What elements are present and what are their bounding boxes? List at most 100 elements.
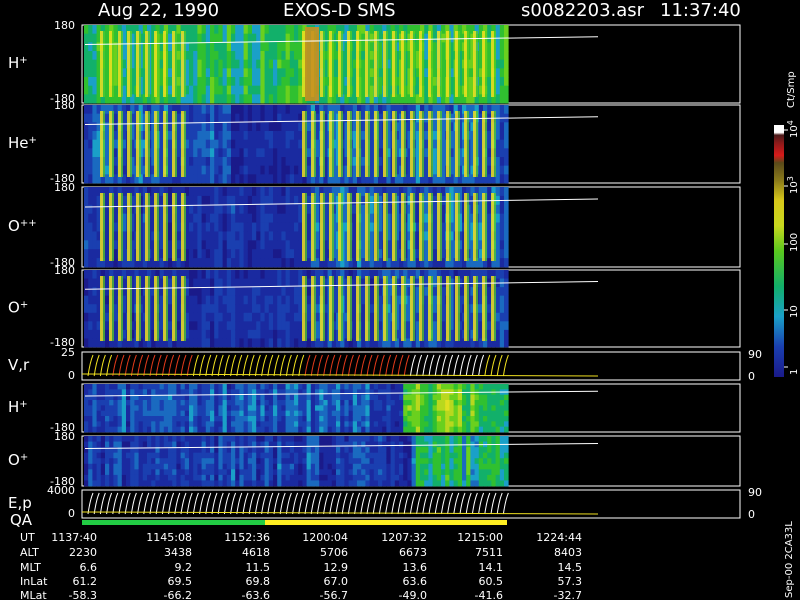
- heat-cell: [214, 174, 219, 184]
- heat-cell: [142, 426, 148, 433]
- heat-cell: [256, 42, 261, 52]
- heat-cell: [277, 105, 282, 115]
- heat-cell: [130, 410, 135, 417]
- heat-cell: [478, 416, 484, 422]
- heat-cell: [306, 204, 312, 215]
- heat-cell: [281, 410, 286, 417]
- heat-cell: [495, 312, 501, 322]
- heat-cell: [218, 222, 223, 232]
- heat-cell: [504, 204, 509, 215]
- heat-cell: [432, 51, 438, 61]
- heat-cell: [88, 384, 93, 390]
- heat-cell: [243, 278, 249, 288]
- heat-cell: [205, 113, 211, 123]
- heat-cell: [239, 405, 244, 412]
- heat-cell: [428, 421, 433, 428]
- burst-stripe: [440, 276, 442, 341]
- heat-cell: [84, 321, 89, 331]
- heat-cell: [105, 270, 110, 279]
- heat-cell: [113, 113, 118, 123]
- heat-cell: [113, 452, 118, 459]
- heat-cell: [226, 278, 232, 288]
- burst-stripe: [383, 31, 386, 97]
- heat-cell: [462, 416, 467, 422]
- burst-stripe: [127, 111, 130, 177]
- heat-cell: [499, 85, 505, 95]
- heat-cell: [495, 25, 501, 35]
- heat-cell: [382, 426, 387, 433]
- heat-cell: [222, 295, 228, 305]
- heat-cell: [294, 240, 299, 250]
- heat-cell: [294, 148, 299, 158]
- heat-cell: [260, 312, 265, 322]
- heat-cell: [298, 394, 303, 401]
- heat-cell: [357, 421, 362, 428]
- heat-cell: [331, 389, 337, 396]
- heat-cell: [487, 410, 492, 417]
- heat-cell: [205, 410, 211, 417]
- heat-cell: [113, 295, 118, 305]
- burst-stripe: [410, 276, 413, 341]
- heat-cell: [243, 384, 249, 390]
- heat-cell: [260, 410, 265, 417]
- heat-cell: [189, 51, 194, 61]
- heat-cell: [214, 122, 219, 132]
- burst-stripe: [145, 276, 148, 341]
- burst-stripe: [392, 193, 395, 261]
- heat-cell: [222, 165, 228, 175]
- heat-cell: [239, 33, 244, 43]
- burst-stripe: [139, 31, 141, 97]
- heat-cell: [273, 384, 278, 390]
- heat-cell: [268, 231, 274, 241]
- heat-cell: [260, 287, 265, 297]
- heat-cell: [273, 400, 278, 406]
- heat-cell: [399, 400, 404, 406]
- heat-cell: [197, 222, 202, 232]
- heat-cell: [235, 113, 240, 123]
- heat-cell: [260, 25, 265, 35]
- heat-cell: [369, 105, 375, 115]
- heat-cell: [96, 474, 102, 481]
- heat-cell: [176, 204, 181, 215]
- heat-cell: [327, 394, 333, 401]
- heat-cell: [273, 25, 278, 35]
- heat-cell: [205, 249, 211, 259]
- heat-cell: [247, 278, 253, 288]
- heat-cell: [268, 85, 274, 95]
- heat-cell: [310, 410, 316, 417]
- burst-stripe: [112, 276, 114, 341]
- heat-cell: [260, 204, 265, 215]
- heat-cell: [495, 131, 501, 141]
- heat-cell: [218, 338, 223, 348]
- heat-cell: [226, 174, 232, 184]
- heat-cell: [92, 384, 97, 390]
- heat-cell: [189, 59, 194, 69]
- heat-cell: [151, 384, 156, 390]
- heat-cell: [504, 68, 509, 78]
- heat-cell: [92, 187, 97, 197]
- heat-cell: [336, 384, 341, 390]
- heat-cell: [92, 213, 97, 223]
- heat-cell: [168, 278, 173, 288]
- burst-stripe: [431, 111, 433, 177]
- heat-cell: [268, 258, 274, 268]
- heat-cell: [365, 421, 370, 428]
- heat-cell: [323, 394, 328, 401]
- heat-cell: [499, 394, 505, 401]
- heat-cell: [319, 416, 324, 422]
- heat-cell: [239, 384, 244, 390]
- heat-cell: [96, 416, 102, 422]
- heat-cell: [428, 389, 433, 396]
- heat-cell: [168, 249, 173, 259]
- heat-cell: [504, 42, 509, 52]
- heat-cell: [403, 384, 408, 390]
- heat-cell: [239, 278, 244, 288]
- heat-cell: [168, 131, 173, 141]
- heat-cell: [201, 51, 207, 61]
- heat-cell: [168, 77, 173, 87]
- heat-cell: [369, 416, 375, 422]
- panel-label-sup: ++: [20, 218, 37, 229]
- heat-cell: [193, 329, 198, 339]
- burst-stripe: [166, 276, 168, 341]
- heat-cell: [369, 295, 375, 305]
